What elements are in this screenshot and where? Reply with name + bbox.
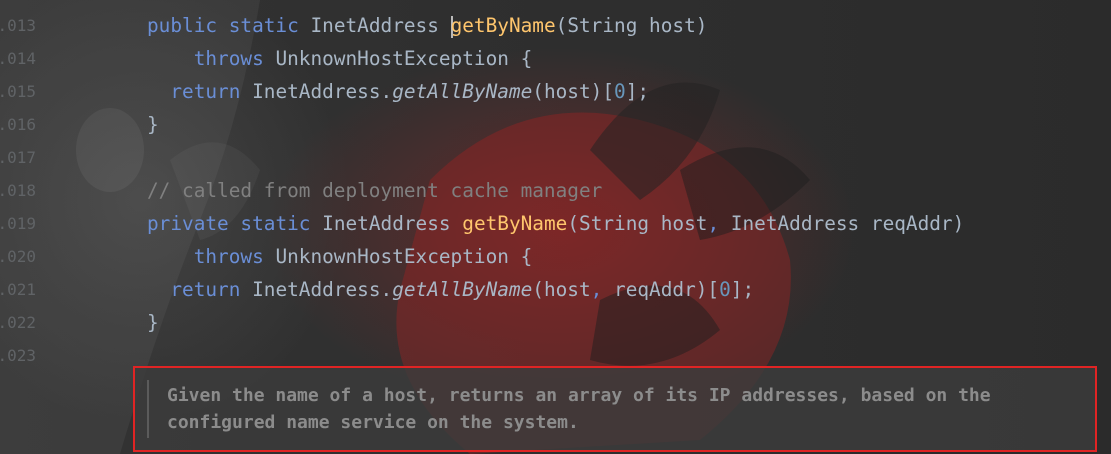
line-number: .014 [0,49,36,68]
parameter-list: (String host [567,212,708,235]
code-line[interactable]: throws UnknownHostException { [147,42,533,75]
comma: , [590,278,603,301]
code-editor[interactable]: .013 .014 .015 .016 .017 .018 .019 .020 … [0,0,1111,454]
code-line[interactable]: public static InetAddress getByName(Stri… [147,9,707,42]
call-arguments: (host)[ [532,80,615,103]
method-name[interactable]: getByName [451,14,556,37]
method-call[interactable]: getAllByName [392,278,532,301]
javadoc-text: Given the name of a host, returns an arr… [167,382,1087,436]
code-line[interactable]: throws UnknownHostException { [147,240,533,273]
keyword-static: static [228,14,299,37]
return-type: InetAddress [322,212,451,235]
keyword-return: return [170,80,241,103]
code-line[interactable]: // called from deployment cache manager [147,174,602,207]
line-number: .016 [0,115,36,134]
line-number: .023 [0,346,36,365]
line-number-gutter: .013 .014 .015 .016 .017 .018 .019 .020 … [0,0,60,454]
class-reference: InetAddress. [252,80,393,103]
number-literal: 0 [719,278,731,301]
javadoc-line: Given the name of a host, returns an arr… [167,385,991,406]
code-line[interactable]: } [147,306,159,339]
line-number: .019 [0,214,36,233]
code-line[interactable]: return InetAddress.getAllByName(host)[0]… [147,75,649,108]
keyword-public: public [147,14,218,37]
number-literal: 0 [614,80,626,103]
javadoc-line: configured name service on the system. [167,412,579,433]
code-line[interactable]: return InetAddress.getAllByName(host, re… [147,273,754,306]
statement-end: ]; [625,80,650,103]
class-reference: InetAddress. [252,278,393,301]
line-number: .017 [0,148,36,167]
exception-type: UnknownHostException { [275,47,533,70]
return-type: InetAddress [310,14,439,37]
line-number: .021 [0,280,36,299]
keyword-static: static [240,212,311,235]
code-comment: // called from deployment cache manager [147,179,603,202]
method-name[interactable]: getByName [462,212,567,235]
comma: , [707,212,720,235]
line-number: .020 [0,247,36,266]
keyword-return: return [170,278,241,301]
closing-brace: } [147,113,159,136]
call-arguments: (host [532,278,591,301]
keyword-throws: throws [193,47,264,70]
code-line[interactable]: } [147,108,159,141]
keyword-private: private [147,212,229,235]
doc-left-bar [147,380,149,438]
line-number: .015 [0,82,36,101]
closing-brace: } [147,311,159,334]
parameter-list: InetAddress reqAddr) [719,212,965,235]
line-number: .013 [0,16,36,35]
line-number: .018 [0,181,36,200]
keyword-throws: throws [193,245,264,268]
line-number: .022 [0,313,36,332]
statement-end: ]; [730,278,755,301]
call-arguments: reqAddr)[ [602,278,720,301]
exception-type: UnknownHostException { [275,245,533,268]
method-call[interactable]: getAllByName [392,80,532,103]
javadoc-rendered-block[interactable]: Given the name of a host, returns an arr… [133,366,1097,452]
parameter-list: (String host) [555,14,708,37]
code-line[interactable]: private static InetAddress getByName(Str… [147,207,964,240]
